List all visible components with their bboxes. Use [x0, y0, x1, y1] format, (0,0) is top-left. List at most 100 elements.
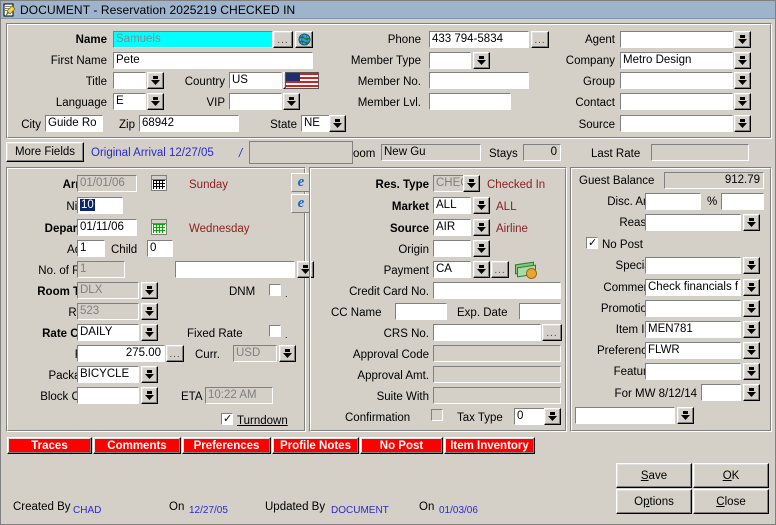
comments-field[interactable]: Check financials f — [645, 279, 741, 296]
specials-dropdown-arrow[interactable] — [743, 257, 760, 274]
block-code-field[interactable] — [77, 387, 139, 404]
disc-amt-field[interactable] — [645, 193, 701, 210]
source-top-field[interactable] — [620, 115, 733, 132]
item-inv-dropdown-arrow[interactable] — [743, 321, 760, 338]
member-type-field[interactable] — [429, 52, 471, 69]
origin-field[interactable] — [433, 240, 471, 257]
room-field[interactable]: 523 — [77, 303, 139, 320]
country-field[interactable]: US — [229, 72, 282, 89]
child-field[interactable]: 0 — [147, 240, 173, 257]
no-post-checkbox[interactable]: ✓ — [586, 237, 598, 249]
for-mw-dropdown-arrow[interactable] — [743, 384, 760, 401]
fixed-rate-checkbox[interactable] — [269, 325, 281, 337]
curr-field[interactable]: USD — [233, 345, 277, 362]
vip-field[interactable] — [229, 93, 282, 110]
rate-field[interactable]: 275.00 — [77, 345, 165, 362]
internet-explorer-icon-1[interactable]: e — [291, 173, 311, 192]
res-type-dropdown-arrow[interactable] — [463, 175, 480, 192]
features-dropdown-arrow[interactable] — [743, 363, 760, 380]
crs-no-field[interactable] — [433, 324, 541, 341]
adults-field[interactable]: 1 — [77, 240, 105, 257]
first-name-field[interactable]: Pete — [113, 52, 313, 69]
market-dropdown-arrow[interactable] — [473, 197, 490, 214]
payment-field[interactable]: CA — [433, 261, 471, 278]
group-dropdown-arrow[interactable] — [734, 72, 751, 89]
dnm-checkbox[interactable] — [269, 284, 281, 296]
tab-traces[interactable]: Traces — [7, 437, 92, 454]
rate-code-field[interactable]: DAILY — [77, 324, 139, 341]
name-field[interactable]: Samuels — [113, 31, 273, 48]
curr-dropdown-arrow[interactable] — [279, 345, 296, 362]
exp-date-field[interactable] — [519, 303, 561, 320]
tab-no-post[interactable]: No Post — [360, 437, 443, 454]
promotions-field[interactable] — [645, 300, 741, 317]
item-inv-field[interactable]: MEN781 — [645, 321, 741, 338]
payment-browse-button[interactable]: ... — [491, 261, 509, 278]
rate-browse-button[interactable]: ... — [166, 345, 184, 362]
title-dropdown-arrow[interactable] — [147, 72, 164, 89]
tab-profile-notes[interactable]: Profile Notes — [272, 437, 359, 454]
preferences-field[interactable]: FLWR — [645, 342, 741, 359]
agent-dropdown-arrow[interactable] — [734, 31, 751, 48]
save-button[interactable]: Save — [616, 463, 692, 488]
state-dropdown-arrow[interactable] — [329, 115, 346, 132]
room-type-field[interactable]: DLX — [77, 282, 139, 299]
credit-card-field[interactable] — [433, 282, 561, 299]
options-button[interactable]: Options — [616, 489, 692, 514]
rooms-field[interactable]: 1 — [77, 261, 125, 278]
internet-explorer-icon-2[interactable]: e — [291, 194, 311, 213]
promotions-dropdown-arrow[interactable] — [743, 300, 760, 317]
overlay-field[interactable] — [249, 141, 353, 164]
member-lvl-field[interactable] — [429, 93, 511, 110]
rooms-extra-field[interactable] — [175, 261, 295, 278]
room-type-dropdown-arrow[interactable] — [141, 282, 158, 299]
origin-dropdown-arrow[interactable] — [473, 240, 490, 257]
financial-extra-dropdown-arrow[interactable] — [677, 407, 694, 424]
percent-field[interactable] — [721, 193, 764, 210]
confirmation-checkbox[interactable] — [431, 409, 443, 421]
preferences-dropdown-arrow[interactable] — [743, 342, 760, 359]
tax-type-dropdown-arrow[interactable] — [544, 408, 561, 425]
source-top-dropdown-arrow[interactable] — [734, 115, 751, 132]
packages-dropdown-arrow[interactable] — [141, 366, 158, 383]
features-field[interactable] — [645, 363, 741, 380]
contact-field[interactable] — [620, 93, 733, 110]
comments-dropdown-arrow[interactable] — [743, 279, 760, 296]
member-no-field[interactable] — [429, 72, 529, 89]
contact-dropdown-arrow[interactable] — [734, 93, 751, 110]
tab-item-inventory[interactable]: Item Inventory — [444, 437, 535, 454]
globe-icon[interactable] — [295, 31, 313, 48]
phone-field[interactable]: 433 794-5834 — [429, 31, 529, 48]
phone-browse-button[interactable]: ... — [531, 31, 549, 48]
tab-comments[interactable]: Comments — [93, 437, 181, 454]
language-field[interactable]: E — [113, 93, 146, 110]
departure-field[interactable]: 01/11/06 — [77, 219, 137, 236]
room-dropdown-arrow[interactable] — [141, 303, 158, 320]
vip-dropdown-arrow[interactable] — [283, 93, 300, 110]
rate-code-dropdown-arrow[interactable] — [141, 324, 158, 341]
cc-name-field[interactable] — [395, 303, 447, 320]
arrival-field[interactable]: 01/01/06 — [77, 175, 137, 192]
company-dropdown-arrow[interactable] — [734, 52, 751, 69]
crs-browse-button[interactable]: ... — [542, 324, 562, 341]
turndown-checkbox[interactable]: ✓ — [221, 413, 233, 425]
reason-field[interactable] — [645, 214, 741, 231]
reason-dropdown-arrow[interactable] — [743, 214, 760, 231]
close-button[interactable]: Close — [693, 489, 769, 514]
company-field[interactable]: Metro Design — [620, 52, 733, 69]
block-code-dropdown-arrow[interactable] — [141, 387, 158, 404]
nights-field[interactable]: 10 — [77, 197, 123, 214]
more-fields-button[interactable]: More Fields — [6, 142, 84, 162]
market-field[interactable]: ALL — [433, 197, 471, 214]
language-dropdown-arrow[interactable] — [147, 93, 164, 110]
zip-field[interactable]: 68942 — [139, 115, 239, 132]
packages-field[interactable]: BICYCLE — [77, 366, 139, 383]
ok-button[interactable]: OK — [693, 463, 769, 488]
res-source-dropdown-arrow[interactable] — [473, 219, 490, 236]
name-browse-button[interactable]: ... — [273, 31, 293, 48]
agent-field[interactable] — [620, 31, 733, 48]
res-source-field[interactable]: AIR — [433, 219, 471, 236]
title-field[interactable] — [113, 72, 146, 89]
for-mw-field[interactable] — [701, 384, 741, 401]
city-field[interactable]: Guide Ro — [45, 115, 103, 132]
